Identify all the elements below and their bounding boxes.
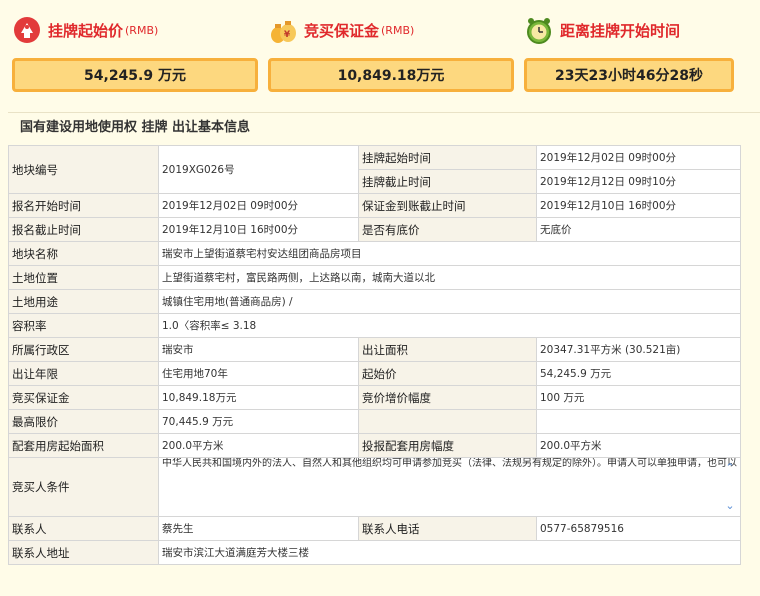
apply-start-value: 2019年12月02日 09时00分 xyxy=(158,193,359,218)
bidder-cond-text: 中华人民共和国境内外的法人、自然人和其他组织均可申请参加竞买（法律、法规另有规定… xyxy=(162,458,737,470)
address-value: 瑞安市滨江大道满庭芳大楼三楼 xyxy=(158,540,741,565)
increment-label: 竞价增价幅度 xyxy=(358,385,537,410)
table-row: 土地用途 城镇住宅用地(普通商品房) / xyxy=(8,289,741,314)
term-value: 住宅用地70年 xyxy=(158,361,359,386)
svg-text:¥: ¥ xyxy=(284,30,291,40)
scroll-down-icon[interactable]: ⌄ xyxy=(725,500,734,512)
list-start-label: 挂牌起始时间 xyxy=(358,145,537,170)
table-row: 联系人 蔡先生 联系人电话 0577-65879516 xyxy=(8,516,741,541)
support-area-value: 200.0平方米 xyxy=(158,433,359,458)
summary-header: 挂牌起始价 (RMB) 54,245.9 万元 ¥ 竞买保证金 (RMB) 10… xyxy=(0,0,760,112)
contact-value: 蔡先生 xyxy=(158,516,359,541)
area-value: 20347.31平方米 (30.521亩) xyxy=(536,337,741,362)
parcel-no-label: 地块编号 xyxy=(8,145,159,194)
deposit-value: 10,849.18万元 xyxy=(268,58,514,92)
price-tag-icon xyxy=(12,15,42,45)
address-label: 联系人地址 xyxy=(8,540,159,565)
start-price-panel: 挂牌起始价 (RMB) 54,245.9 万元 xyxy=(12,8,258,92)
district-label: 所属行政区 xyxy=(8,337,159,362)
bidder-cond-label: 竞买人条件 xyxy=(8,457,159,517)
apply-end-label: 报名截止时间 xyxy=(8,217,159,242)
table-row: 联系人地址 瑞安市滨江大道满庭芳大楼三楼 xyxy=(8,540,741,565)
far-label: 容积率 xyxy=(8,313,159,338)
district-value: 瑞安市 xyxy=(158,337,359,362)
table-row: 配套用房起始面积 200.0平方米 投报配套用房幅度 200.0平方米 xyxy=(8,433,741,458)
reserve-label: 是否有底价 xyxy=(358,217,537,242)
scroll-up-icon[interactable]: ⌃ xyxy=(725,462,734,474)
start-price-unit: (RMB) xyxy=(125,23,159,37)
countdown-label: 距离挂牌开始时间 xyxy=(560,21,681,40)
transfer-info-table: 地块编号 2019XG026号 挂牌起始时间 2019年12月02日 09时00… xyxy=(8,145,741,565)
start-price-label: 挂牌起始价 xyxy=(48,21,124,40)
empty-cell xyxy=(536,409,741,434)
use-label: 土地用途 xyxy=(8,289,159,314)
area-label: 出让面积 xyxy=(358,337,537,362)
list-end-value: 2019年12月12日 09时10分 xyxy=(536,169,741,194)
max-price-value: 70,445.9 万元 xyxy=(158,409,359,434)
name-value: 瑞安市上望街道蔡宅村安达组团商品房项目 xyxy=(158,241,741,266)
deposit-deadline-label: 保证金到账截止时间 xyxy=(358,193,537,218)
table-row: 竞买保证金 10,849.18万元 竞价增价幅度 100 万元 xyxy=(8,385,741,410)
money-bags-icon: ¥ xyxy=(268,15,298,45)
phone-label: 联系人电话 xyxy=(358,516,537,541)
increment-value: 100 万元 xyxy=(536,385,741,410)
reserve-value: 无底价 xyxy=(536,217,741,242)
deposit-panel: ¥ 竞买保证金 (RMB) 10,849.18万元 xyxy=(268,8,514,92)
section-title: 国有建设用地使用权 挂牌 出让基本信息 xyxy=(8,112,760,144)
empty-cell xyxy=(358,409,537,434)
countdown-value: 23天23小时46分28秒 xyxy=(524,58,734,92)
deposit-unit: (RMB) xyxy=(381,23,415,37)
deposit-label: 竞买保证金 xyxy=(304,21,380,40)
location-label: 土地位置 xyxy=(8,265,159,290)
support-increment-label: 投报配套用房幅度 xyxy=(358,433,537,458)
start-price-value: 54,245.9 万元 xyxy=(12,58,258,92)
name-label: 地块名称 xyxy=(8,241,159,266)
bidder-cond-scrollbar[interactable]: ⌃ ⌄ xyxy=(722,462,738,512)
deposit-row-label: 竞买保证金 xyxy=(8,385,159,410)
start-price-row-value: 54,245.9 万元 xyxy=(536,361,741,386)
contact-label: 联系人 xyxy=(8,516,159,541)
table-row: 土地位置 上望街道蔡宅村，富民路两侧，上达路以南，城南大道以北 xyxy=(8,265,741,290)
support-increment-value: 200.0平方米 xyxy=(536,433,741,458)
apply-end-value: 2019年12月10日 16时00分 xyxy=(158,217,359,242)
far-value: 1.0〈容积率≤ 3.18 xyxy=(158,313,741,338)
deposit-deadline-value: 2019年12月10日 16时00分 xyxy=(536,193,741,218)
table-row: 出让年限 住宅用地70年 起始价 54,245.9 万元 xyxy=(8,361,741,386)
max-price-label: 最高限价 xyxy=(8,409,159,434)
apply-start-label: 报名开始时间 xyxy=(8,193,159,218)
location-value: 上望街道蔡宅村，富民路两侧，上达路以南，城南大道以北 xyxy=(158,265,741,290)
table-row: 最高限价 70,445.9 万元 xyxy=(8,409,741,434)
list-end-label: 挂牌截止时间 xyxy=(358,169,537,194)
use-value: 城镇住宅用地(普通商品房) / xyxy=(158,289,741,314)
table-row: 地块编号 2019XG026号 挂牌起始时间 2019年12月02日 09时00… xyxy=(8,145,741,194)
alarm-clock-icon xyxy=(524,15,554,45)
start-price-row-label: 起始价 xyxy=(358,361,537,386)
deposit-row-value: 10,849.18万元 xyxy=(158,385,359,410)
table-row: 竞买人条件 中华人民共和国境内外的法人、自然人和其他组织均可申请参加竞买（法律、… xyxy=(8,457,741,517)
support-area-label: 配套用房起始面积 xyxy=(8,433,159,458)
list-start-value: 2019年12月02日 09时00分 xyxy=(536,145,741,170)
parcel-no-value: 2019XG026号 xyxy=(158,145,359,194)
term-label: 出让年限 xyxy=(8,361,159,386)
bidder-cond-cell[interactable]: 中华人民共和国境内外的法人、自然人和其他组织均可申请参加竞买（法律、法规另有规定… xyxy=(158,457,741,517)
phone-value: 0577-65879516 xyxy=(536,516,741,541)
table-row: 所属行政区 瑞安市 出让面积 20347.31平方米 (30.521亩) xyxy=(8,337,741,362)
table-row: 报名开始时间 2019年12月02日 09时00分 保证金到账截止时间 2019… xyxy=(8,193,741,218)
countdown-panel: 距离挂牌开始时间 23天23小时46分28秒 xyxy=(524,8,734,92)
table-row: 地块名称 瑞安市上望街道蔡宅村安达组团商品房项目 xyxy=(8,241,741,266)
table-row: 报名截止时间 2019年12月10日 16时00分 是否有底价 无底价 xyxy=(8,217,741,242)
table-row: 容积率 1.0〈容积率≤ 3.18 xyxy=(8,313,741,338)
